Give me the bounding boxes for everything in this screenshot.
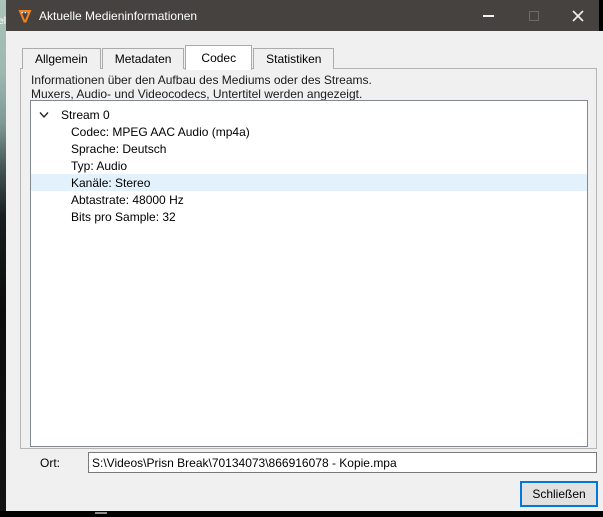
background-window-sliver (599, 0, 603, 31)
tree-item-stream0[interactable]: Stream 0 (31, 106, 587, 123)
tree-item-bits-pro-sample[interactable]: Bits pro Sample: 32 (31, 208, 587, 225)
tree-item-label: Kanäle: Stereo (71, 175, 151, 190)
close-button[interactable] (556, 0, 599, 31)
tab-allgemein[interactable]: Allgemein (22, 48, 101, 69)
maximize-icon (528, 10, 539, 21)
tab-codec[interactable]: Codec (185, 45, 253, 70)
description-line-2: Muxers, Audio- und Videocodecs, Untertit… (31, 87, 363, 101)
media-information-dialog: Aktuelle Medieninformationen Allgemein M… (6, 0, 603, 511)
codec-page-description: Informationen über den Aufbau des Medium… (31, 73, 372, 101)
tree-item-codec[interactable]: Codec: MPEG AAC Audio (mp4a) (31, 123, 587, 140)
tab-allgemein-label: Allgemein (35, 52, 88, 66)
maximize-button (511, 0, 556, 31)
tree-item-sprache[interactable]: Sprache: Deutsch (31, 140, 587, 157)
stream-info-tree[interactable]: Stream 0 Codec: MPEG AAC Audio (mp4a) Sp… (30, 100, 588, 447)
tree-item-label: Typ: Audio (71, 158, 128, 173)
tree-item-label: Stream 0 (61, 107, 110, 122)
tab-bar: Allgemein Metadaten Codec Statistiken (22, 44, 335, 70)
tab-statistiken-label: Statistiken (266, 52, 322, 66)
window-controls (466, 0, 599, 31)
minimize-icon (483, 14, 494, 17)
location-input[interactable] (88, 452, 597, 473)
tab-metadaten[interactable]: Metadaten (101, 48, 185, 69)
minimize-button[interactable] (466, 0, 511, 31)
close-icon (571, 9, 584, 22)
description-line-1: Informationen über den Aufbau des Medium… (31, 73, 372, 87)
taskbar-dash (95, 512, 107, 514)
schliessen-button[interactable]: Schließen (520, 481, 598, 507)
chevron-down-icon[interactable] (39, 111, 49, 119)
tab-statistiken[interactable]: Statistiken (253, 48, 335, 69)
tree-item-label: Bits pro Sample: 32 (71, 209, 176, 224)
tab-codec-label: Codec (201, 51, 237, 65)
tree-item-label: Abtastrate: 48000 Hz (71, 192, 184, 207)
location-label: Ort: (40, 456, 60, 470)
tree-item-label: Sprache: Deutsch (71, 141, 167, 156)
dialog-titlebar[interactable]: Aktuelle Medieninformationen (6, 0, 599, 31)
tree-item-kanaele[interactable]: Kanäle: Stereo (31, 174, 587, 191)
dialog-title: Aktuelle Medieninformationen (39, 8, 198, 23)
tree-item-typ[interactable]: Typ: Audio (31, 157, 587, 174)
background-window-bottom-edge (0, 511, 603, 517)
tab-metadaten-label: Metadaten (114, 52, 172, 66)
tree-item-label: Codec: MPEG AAC Audio (mp4a) (71, 124, 250, 139)
vlc-cone-icon (18, 9, 32, 22)
tree-item-abtastrate[interactable]: Abtastrate: 48000 Hz (31, 191, 587, 208)
